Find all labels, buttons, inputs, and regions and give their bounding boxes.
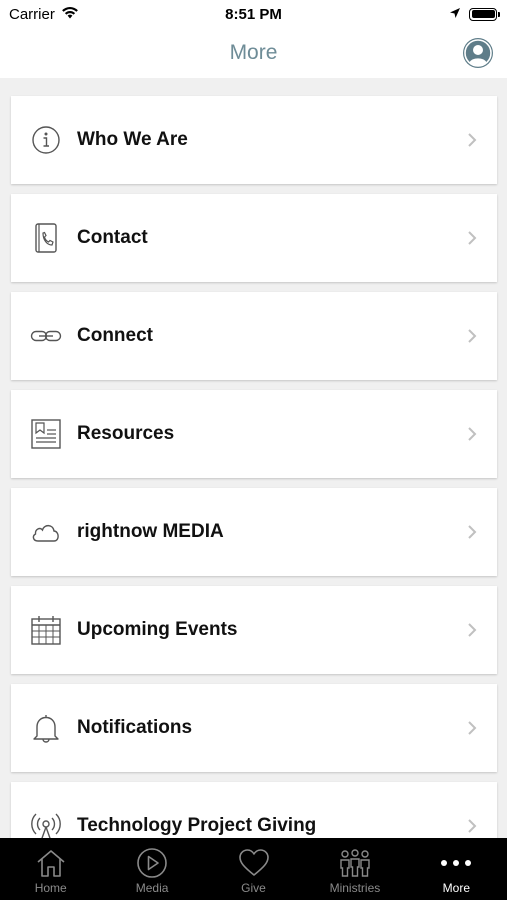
play-icon: [135, 846, 169, 880]
menu-item-connect[interactable]: Connect: [11, 292, 497, 380]
more-dots-icon: [439, 846, 473, 880]
tab-give[interactable]: Give: [203, 838, 304, 900]
bell-icon: [29, 711, 63, 745]
page-title: More: [229, 41, 278, 64]
cloud-icon: [29, 515, 63, 549]
menu-item-contact[interactable]: Contact: [11, 194, 497, 282]
menu-item-label: rightnow MEDIA: [77, 521, 224, 542]
profile-button[interactable]: [463, 38, 493, 68]
document-icon: [29, 417, 63, 451]
status-left: Carrier: [9, 6, 79, 23]
tab-home[interactable]: Home: [0, 838, 101, 900]
menu-item-label: Who We Are: [77, 129, 188, 150]
menu-item-label: Resources: [77, 423, 175, 444]
wifi-icon: [61, 6, 79, 23]
tab-bar: Home Media Give Ministries More: [0, 838, 507, 900]
calendar-icon: [29, 613, 63, 647]
carrier-label: Carrier: [9, 5, 55, 23]
menu-item-upcoming-events[interactable]: Upcoming Events: [11, 586, 497, 674]
chevron-right-icon: [465, 718, 479, 738]
status-bar: Carrier 8:51 PM: [0, 0, 507, 28]
info-icon: [29, 123, 63, 157]
chevron-right-icon: [465, 522, 479, 542]
chevron-right-icon: [465, 228, 479, 248]
phone-book-icon: [29, 221, 63, 255]
tab-label: Home: [34, 881, 67, 895]
menu-item-label: Notifications: [77, 717, 193, 738]
chevron-right-icon: [465, 424, 479, 444]
location-arrow-icon: [449, 6, 461, 23]
menu-item-rightnow-media[interactable]: rightnow MEDIA: [11, 488, 497, 576]
tab-label: Media: [135, 881, 169, 895]
battery-icon: [469, 7, 500, 21]
tab-more[interactable]: More: [406, 838, 507, 900]
menu-item-label: Upcoming Events: [77, 619, 238, 640]
link-icon: [29, 319, 63, 353]
tab-media[interactable]: Media: [101, 838, 202, 900]
tab-label: Ministries: [329, 881, 381, 895]
home-icon: [34, 846, 68, 880]
people-icon: [338, 846, 372, 880]
user-avatar-icon: [464, 39, 492, 67]
chevron-right-icon: [465, 816, 479, 836]
tab-label: More: [442, 881, 470, 895]
menu-item-label: Technology Project Giving: [77, 815, 317, 836]
header: More: [0, 28, 507, 78]
menu-item-label: Contact: [77, 227, 148, 248]
menu-item-who-we-are[interactable]: Who We Are: [11, 96, 497, 184]
heart-icon: [237, 846, 271, 880]
tab-ministries[interactable]: Ministries: [304, 838, 405, 900]
chevron-right-icon: [465, 130, 479, 150]
tab-label: Give: [241, 881, 266, 895]
chevron-right-icon: [465, 620, 479, 640]
menu-item-label: Connect: [77, 325, 153, 346]
menu-item-resources[interactable]: Resources: [11, 390, 497, 478]
chevron-right-icon: [465, 326, 479, 346]
status-right: [449, 6, 500, 23]
menu-item-notifications[interactable]: Notifications: [11, 684, 497, 772]
